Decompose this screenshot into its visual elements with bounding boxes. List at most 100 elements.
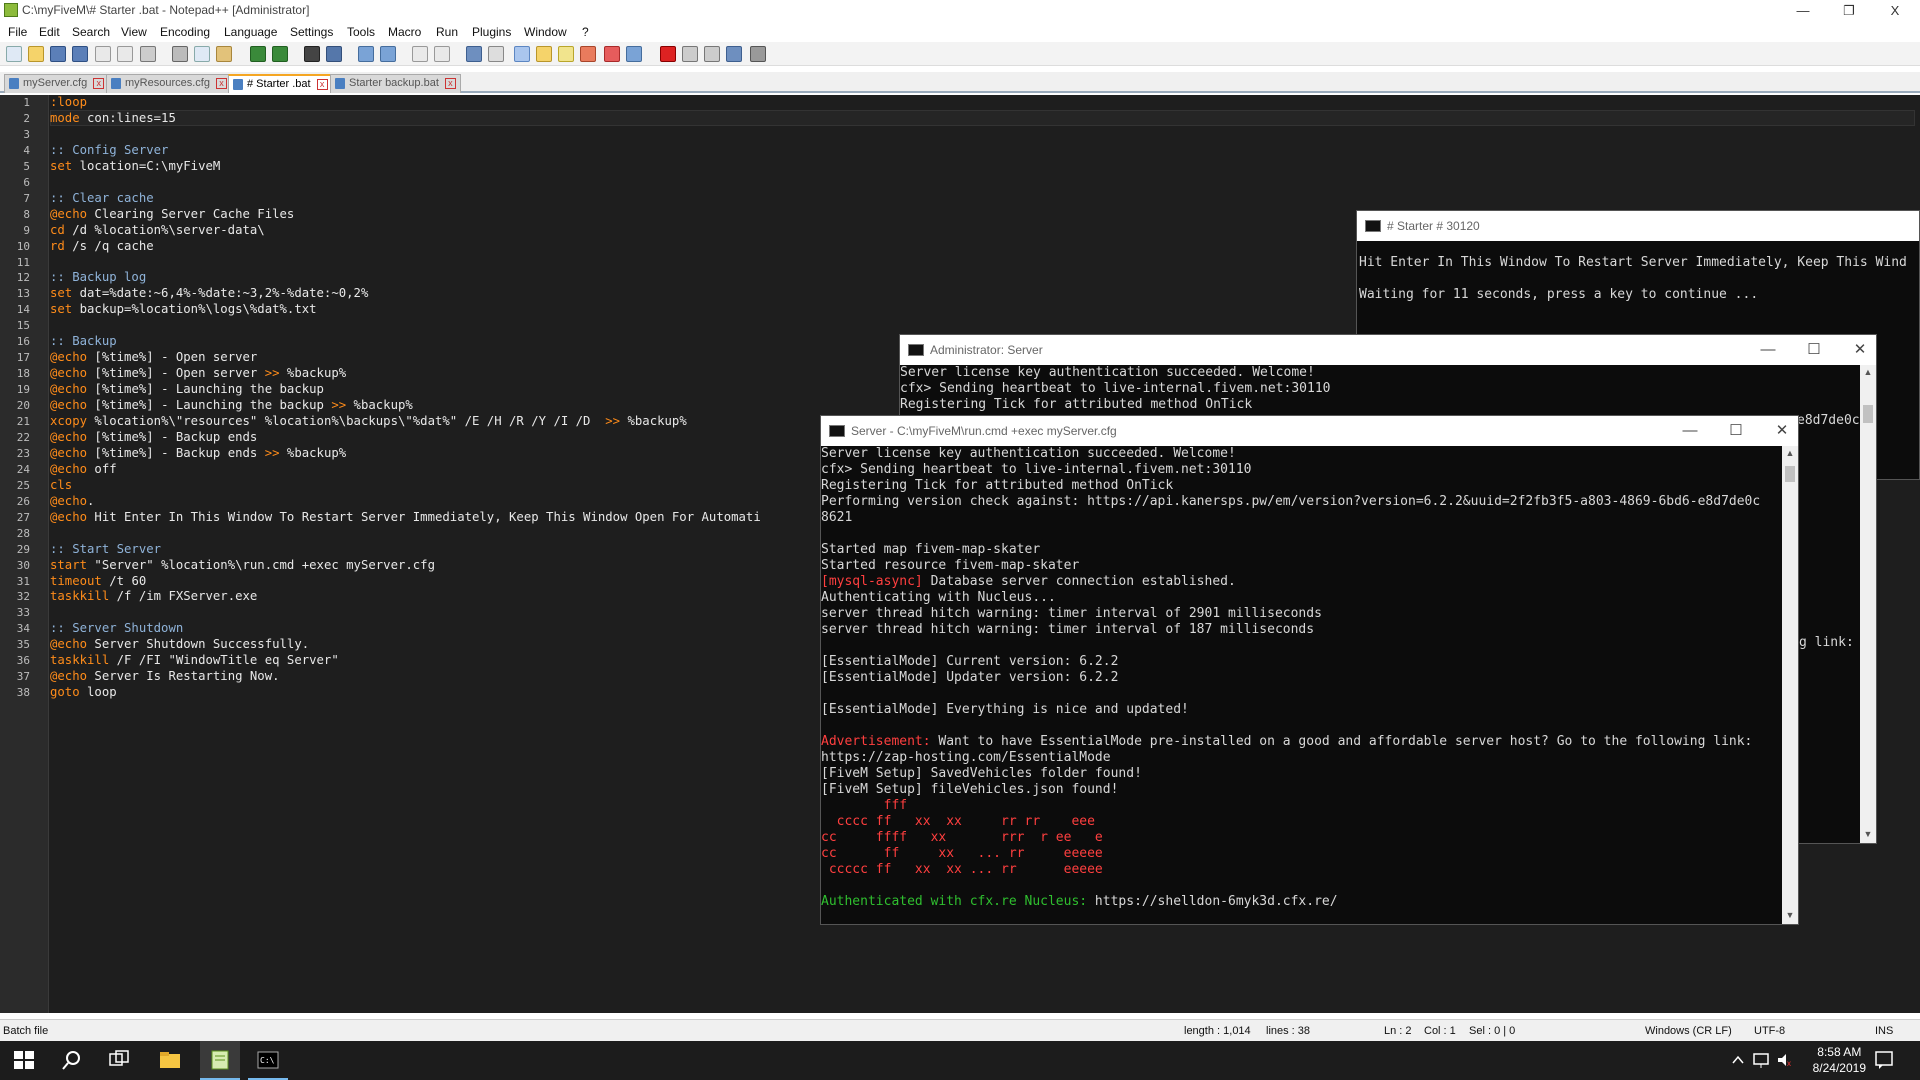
close-button[interactable]: X	[1872, 0, 1918, 21]
close-button[interactable]: ✕	[1850, 341, 1870, 359]
save-macro-icon[interactable]	[750, 46, 766, 62]
close-all-icon[interactable]	[117, 46, 133, 62]
taskbar-notepadpp[interactable]	[200, 1041, 240, 1080]
maximize-button[interactable]: ☐	[1804, 341, 1824, 359]
taskbar-cmd[interactable]: C:\	[248, 1041, 288, 1080]
scroll-up-icon[interactable]: ▲	[1784, 448, 1796, 460]
tab-close-icon[interactable]: x	[444, 78, 456, 89]
menu-edit[interactable]: Edit	[39, 25, 60, 39]
replace-icon[interactable]	[326, 46, 342, 62]
line-number: 36	[16, 654, 30, 668]
find-icon[interactable]	[304, 46, 320, 62]
system-clock[interactable]: 8:58 AM 8/24/2019	[1813, 1044, 1866, 1076]
redo-icon[interactable]	[272, 46, 288, 62]
indent-guide-icon[interactable]	[514, 46, 530, 62]
paste-icon[interactable]	[216, 46, 232, 62]
scroll-down-icon[interactable]: ▼	[1862, 829, 1874, 841]
copy-icon[interactable]	[194, 46, 210, 62]
status-lines: lines : 38	[1266, 1025, 1311, 1037]
menu-settings[interactable]: Settings	[290, 25, 333, 39]
show-all-chars-icon[interactable]	[488, 46, 504, 62]
console-icon	[1365, 220, 1381, 232]
console-line-text: https://shelldon-6myk3d.cfx.re/	[1087, 894, 1338, 909]
search-icon[interactable]	[60, 1049, 84, 1071]
menu-run[interactable]: Run	[436, 25, 458, 39]
tab-close-icon[interactable]: x	[93, 78, 105, 89]
language-icon[interactable]	[536, 46, 552, 62]
console-line: Server license key authentication succee…	[821, 446, 1236, 461]
zoom-out-icon[interactable]	[380, 46, 396, 62]
menu-encoding[interactable]: Encoding	[160, 25, 210, 39]
console-line-fragment: e8d7de0c	[1797, 413, 1860, 428]
task-view-icon[interactable]	[107, 1049, 131, 1071]
tab-starter-bat[interactable]: # Starter .bat x	[228, 74, 333, 93]
menu-file[interactable]: File	[8, 25, 27, 39]
cut-icon[interactable]	[172, 46, 188, 62]
menu-language[interactable]: Language	[224, 25, 277, 39]
sync-vertical-icon[interactable]	[412, 46, 428, 62]
line-number: 21	[16, 415, 30, 428]
console-line-text: [EssentialMode] Everything is nice and u…	[821, 702, 1189, 717]
undo-icon[interactable]	[250, 46, 266, 62]
minimize-button[interactable]: —	[1758, 341, 1778, 359]
menu-help[interactable]: ?	[582, 25, 589, 39]
tab-myresources-cfg[interactable]: myResources.cfg x	[106, 74, 232, 93]
play-macro-icon[interactable]	[704, 46, 720, 62]
scroll-thumb[interactable]	[1785, 466, 1795, 482]
menu-view[interactable]: View	[121, 25, 147, 39]
sync-horizontal-icon[interactable]	[434, 46, 450, 62]
save-icon[interactable]	[50, 46, 66, 62]
function-list-icon[interactable]	[580, 46, 596, 62]
tab-starter-backup-bat[interactable]: Starter backup.bat x	[330, 74, 461, 93]
scroll-thumb[interactable]	[1863, 405, 1873, 423]
close-file-icon[interactable]	[95, 46, 111, 62]
minimize-button[interactable]: —	[1780, 0, 1826, 21]
run-macro-multiple-icon[interactable]	[726, 46, 742, 62]
word-wrap-icon[interactable]	[466, 46, 482, 62]
console-scrollbar[interactable]: ▲ ▼	[1860, 365, 1876, 843]
tab-myserver-cfg[interactable]: myServer.cfg x	[4, 74, 110, 93]
minimize-button[interactable]: —	[1680, 422, 1700, 440]
menu-window[interactable]: Window	[524, 25, 567, 39]
doc-map-icon[interactable]	[558, 46, 574, 62]
console-line: server thread hitch warning: timer inter…	[821, 622, 1314, 637]
console-line: [EssentialMode] Current version: 6.2.2	[821, 654, 1118, 669]
line-number: 37	[16, 670, 30, 684]
record-macro-icon[interactable]	[660, 46, 676, 62]
scroll-up-icon[interactable]: ▲	[1862, 367, 1874, 379]
line-number: 23	[16, 446, 30, 460]
open-file-icon[interactable]	[28, 46, 44, 62]
server-console-window[interactable]: Server - C:\myFiveM\run.cmd +exec myServ…	[820, 415, 1799, 925]
line-number: 28	[16, 526, 30, 540]
svg-text:C:\: C:\	[260, 1056, 275, 1065]
chevron-up-icon[interactable]	[1730, 1049, 1746, 1071]
stop-macro-icon[interactable]	[682, 46, 698, 62]
tab-close-icon[interactable]: x	[215, 78, 227, 89]
menu-plugins[interactable]: Plugins	[472, 25, 511, 39]
file-explorer-icon[interactable]	[158, 1049, 182, 1071]
network-icon[interactable]	[1752, 1049, 1770, 1071]
action-center-icon[interactable]	[1874, 1049, 1894, 1071]
line-number: 25	[16, 478, 30, 492]
console-icon	[829, 425, 845, 437]
folder-workspace-icon[interactable]	[604, 46, 620, 62]
print-icon[interactable]	[140, 46, 156, 62]
line-number: 14	[16, 303, 30, 317]
new-file-icon[interactable]	[6, 46, 22, 62]
console-line: server thread hitch warning: timer inter…	[821, 606, 1322, 621]
maximize-button[interactable]: ❐	[1826, 0, 1872, 21]
save-all-icon[interactable]	[72, 46, 88, 62]
monitoring-icon[interactable]	[626, 46, 642, 62]
code-line: @echo [%time%] - Open server	[50, 350, 258, 365]
windows-start-icon[interactable]	[12, 1049, 36, 1071]
menu-tools[interactable]: Tools	[347, 25, 375, 39]
menu-search[interactable]: Search	[72, 25, 110, 39]
console-scrollbar[interactable]: ▲ ▼	[1782, 446, 1798, 924]
zoom-in-icon[interactable]	[358, 46, 374, 62]
close-button[interactable]: ✕	[1772, 422, 1792, 440]
volume-icon[interactable]: x	[1776, 1049, 1794, 1071]
tab-close-icon[interactable]: x	[316, 79, 328, 90]
maximize-button[interactable]: ☐	[1726, 422, 1746, 440]
scroll-down-icon[interactable]: ▼	[1784, 910, 1796, 922]
menu-macro[interactable]: Macro	[388, 25, 421, 39]
